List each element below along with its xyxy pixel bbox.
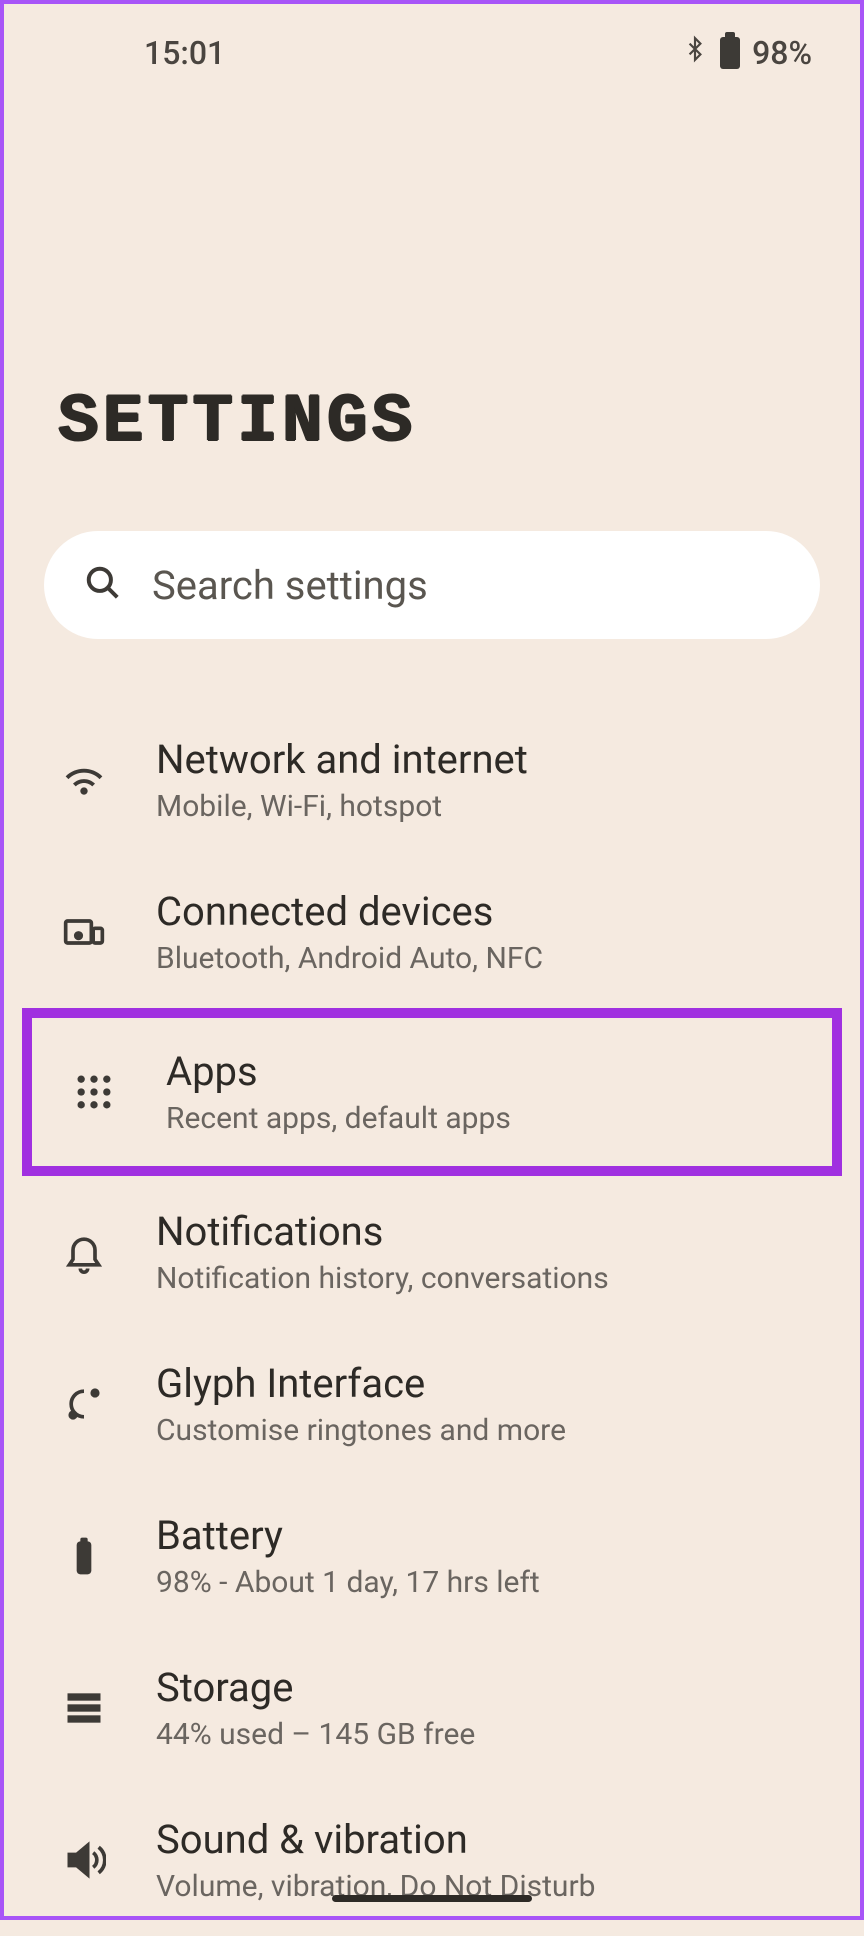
item-title: Battery — [156, 1512, 540, 1559]
wifi-icon — [62, 758, 106, 802]
devices-icon — [62, 910, 106, 954]
item-subtitle: Mobile, Wi-Fi, hotspot — [156, 789, 528, 824]
storage-icon — [62, 1686, 106, 1730]
settings-item-battery[interactable]: Battery 98% - About 1 day, 17 hrs left — [4, 1480, 860, 1632]
apps-icon — [72, 1070, 116, 1114]
status-right: 98% — [682, 32, 812, 74]
settings-item-network[interactable]: Network and internet Mobile, Wi-Fi, hots… — [4, 704, 860, 856]
status-time: 15:01 — [144, 34, 225, 72]
item-text: Notifications Notification history, conv… — [156, 1208, 609, 1296]
glyph-icon — [62, 1382, 106, 1426]
battery-percent: 98% — [752, 34, 812, 72]
item-subtitle: 98% - About 1 day, 17 hrs left — [156, 1565, 540, 1600]
search-bar[interactable]: Search settings — [44, 531, 820, 639]
item-subtitle: Customise ringtones and more — [156, 1413, 566, 1448]
page-title: SETTINGS — [4, 74, 860, 461]
item-subtitle: 44% used – 145 GB free — [156, 1717, 475, 1752]
item-subtitle: Bluetooth, Android Auto, NFC — [156, 941, 543, 976]
settings-list: Network and internet Mobile, Wi-Fi, hots… — [4, 704, 860, 1936]
item-text: Storage 44% used – 145 GB free — [156, 1664, 475, 1752]
item-title: Connected devices — [156, 888, 543, 935]
search-icon — [84, 564, 122, 606]
bluetooth-icon — [682, 32, 708, 74]
item-title: Glyph Interface — [156, 1360, 566, 1407]
settings-item-notifications[interactable]: Notifications Notification history, conv… — [4, 1176, 860, 1328]
battery-icon — [62, 1534, 106, 1578]
settings-item-glyph[interactable]: Glyph Interface Customise ringtones and … — [4, 1328, 860, 1480]
item-text: Apps Recent apps, default apps — [166, 1048, 511, 1136]
battery-icon — [720, 37, 740, 69]
item-text: Network and internet Mobile, Wi-Fi, hots… — [156, 736, 528, 824]
item-title: Notifications — [156, 1208, 609, 1255]
item-title: Storage — [156, 1664, 475, 1711]
item-text: Sound & vibration Volume, vibration, Do … — [156, 1816, 595, 1904]
item-subtitle: Recent apps, default apps — [166, 1101, 511, 1136]
sound-icon — [62, 1838, 106, 1882]
item-text: Glyph Interface Customise ringtones and … — [156, 1360, 566, 1448]
settings-item-sound[interactable]: Sound & vibration Volume, vibration, Do … — [4, 1784, 860, 1936]
settings-item-connected-devices[interactable]: Connected devices Bluetooth, Android Aut… — [4, 856, 860, 1008]
item-title: Apps — [166, 1048, 511, 1095]
item-text: Battery 98% - About 1 day, 17 hrs left — [156, 1512, 540, 1600]
item-title: Sound & vibration — [156, 1816, 595, 1863]
navigation-handle[interactable] — [332, 1895, 532, 1902]
item-text: Connected devices Bluetooth, Android Aut… — [156, 888, 543, 976]
settings-item-storage[interactable]: Storage 44% used – 145 GB free — [4, 1632, 860, 1784]
status-bar: 15:01 98% — [4, 4, 860, 74]
search-placeholder: Search settings — [152, 562, 428, 609]
item-subtitle: Notification history, conversations — [156, 1261, 609, 1296]
settings-item-apps[interactable]: Apps Recent apps, default apps — [22, 1008, 842, 1176]
item-title: Network and internet — [156, 736, 528, 783]
bell-icon — [62, 1230, 106, 1274]
